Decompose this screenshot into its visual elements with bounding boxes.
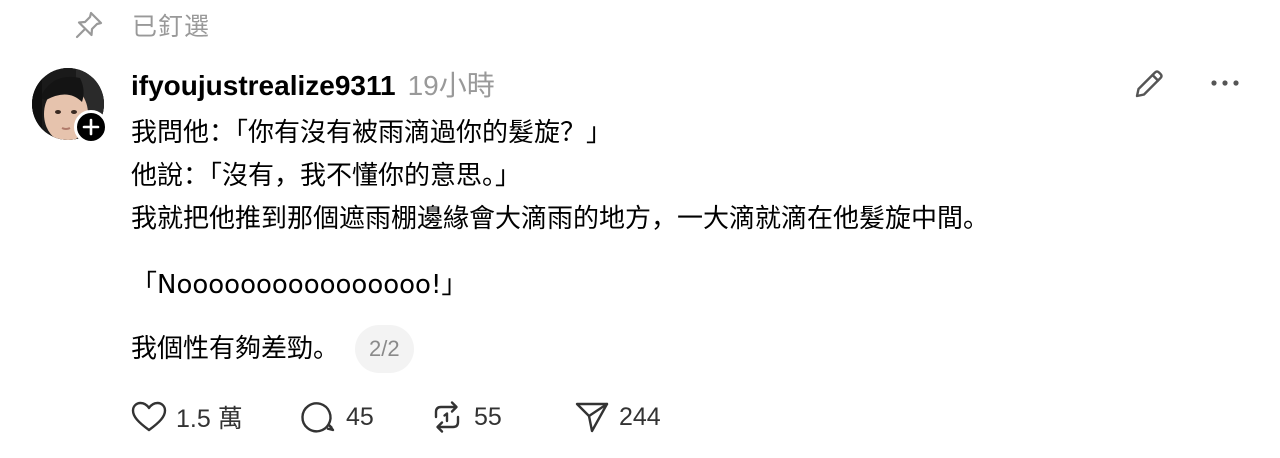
action-bar: 1.5 萬 45 55 244 <box>130 396 661 438</box>
author-avatar-group[interactable] <box>32 68 108 144</box>
post-text-line: 我就把他推到那個遮雨棚邊緣會大滴雨的地方，一大滴就滴在他髮旋中間。 <box>131 204 990 234</box>
pin-icon <box>72 8 106 42</box>
share-count: 244 <box>619 402 661 431</box>
pencil-icon[interactable] <box>1131 66 1167 102</box>
post-text-line: 他說：「沒有，我不懂你的意思。」 <box>131 161 522 191</box>
post-header: ifyoujustrealize9311 19小時 <box>131 64 495 104</box>
post-text-line: 我個性有夠差勁。 <box>131 333 340 364</box>
repost-icon <box>434 401 460 433</box>
like-count: 1.5 萬 <box>176 405 243 433</box>
follow-button[interactable] <box>74 110 108 144</box>
post-text-line: 我問他：「你有沒有被雨滴過你的髮旋？」 <box>131 118 613 148</box>
reply-count: 45 <box>346 402 374 431</box>
post-timestamp: 19小時 <box>407 70 495 101</box>
plus-icon <box>82 118 100 136</box>
send-icon <box>575 402 609 433</box>
repost-count: 55 <box>474 402 502 431</box>
more-icon[interactable] <box>1208 68 1242 98</box>
reply-button[interactable]: 45 <box>300 398 428 436</box>
author-username[interactable]: ifyoujustrealize9311 <box>131 70 396 102</box>
comment-icon <box>301 402 335 433</box>
post-body: 我問他：「你有沒有被雨滴過你的髮旋？」 他說：「沒有，我不懂你的意思。」 我就把… <box>131 112 1231 373</box>
pinned-label: 已釘選 <box>132 12 211 41</box>
post-last-row: 我個性有夠差勁。 2/2 <box>131 325 1231 373</box>
page-indicator[interactable]: 2/2 <box>355 325 414 373</box>
like-button[interactable]: 1.5 萬 <box>130 398 300 436</box>
pinned-indicator: 已釘選 <box>72 6 210 44</box>
post-text-line: 「Noooooooooooooooo!」 <box>131 270 468 300</box>
heart-icon <box>131 401 167 432</box>
share-button[interactable]: 244 <box>573 398 661 436</box>
repost-button[interactable]: 55 <box>428 398 573 436</box>
